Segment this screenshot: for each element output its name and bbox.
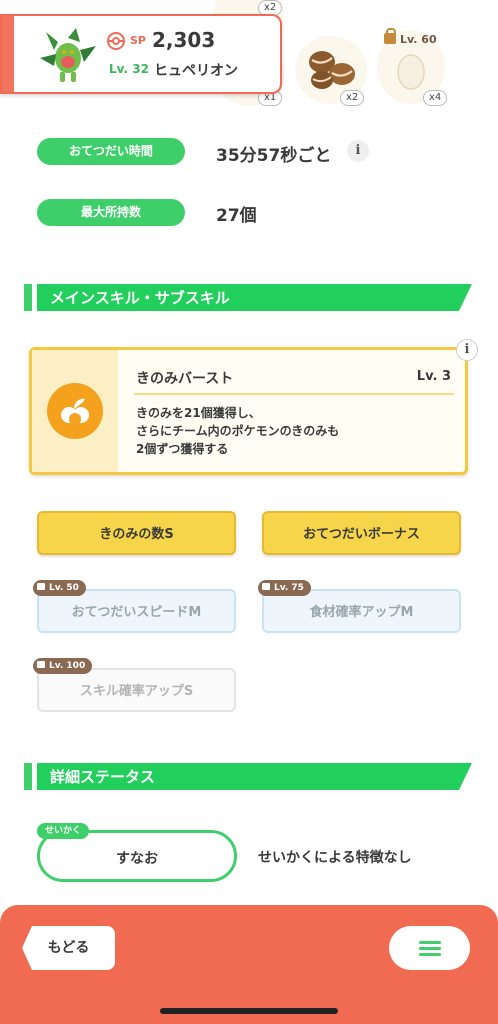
help-time-label: おてつだい時間 — [37, 138, 185, 165]
egg-icon — [397, 54, 425, 90]
sub-skill-lock-tag: Lv. 75 — [258, 580, 311, 596]
sp-value: 2,303 — [152, 28, 216, 52]
lock-icon — [37, 661, 45, 668]
menu-button[interactable] — [389, 926, 470, 970]
sub-skill-button-5[interactable]: スキル確率アップS — [37, 668, 236, 712]
nature-description: せいかくによる特徴なし — [258, 850, 412, 866]
pokemon-sprite-icon — [40, 28, 96, 82]
sub-skill-button-2[interactable]: おてつだいボーナス — [262, 511, 461, 555]
nature-tag: せいかく — [37, 823, 90, 839]
card-accent — [2, 16, 14, 92]
lock-level-label: Lv. 60 — [384, 28, 437, 46]
section-title: メインスキル・サブスキル — [50, 289, 230, 307]
ingredient-count-badge: x4 — [423, 90, 448, 106]
max-carry-value: 27個 — [216, 206, 257, 226]
pokemon-summary-card[interactable]: SP 2,303 Lv. 32 ヒュペリオン — [0, 14, 282, 94]
skills-section-header: メインスキル・サブスキル — [24, 284, 472, 311]
lock-icon — [262, 583, 270, 590]
sp-ball-icon — [107, 32, 125, 50]
divider — [134, 393, 454, 395]
sub-skill-button-1[interactable]: きのみの数S — [37, 511, 236, 555]
help-time-value: 35分57秒ごと — [216, 146, 332, 166]
status-section-header: 詳細ステータス — [24, 763, 472, 790]
home-indicator[interactable] — [160, 1008, 338, 1014]
main-skill-card[interactable]: きのみバースト Lv. 3 きのみを21個獲得し、 さらにチーム内のポケモンのき… — [29, 347, 468, 475]
pokemon-level: Lv. 32 — [109, 62, 149, 76]
header-area: x2 x1 x2 Lv. 60 x4 SP 2,303 Lv. 32 ヒュペリオ… — [0, 0, 498, 120]
sub-skill-lock-tag: Lv. 100 — [33, 658, 93, 674]
nature-value: すなお — [116, 851, 158, 867]
main-skill-description: きのみを21個獲得し、 さらにチーム内のポケモンのきのみも 2個ずつ獲得する — [136, 406, 340, 456]
berry-burst-icon — [47, 383, 103, 439]
max-carry-label: 最大所持数 — [37, 199, 185, 226]
section-title: 詳細ステータス — [50, 768, 156, 786]
help-time-info-icon[interactable]: i — [347, 140, 369, 162]
sub-skill-lock-tag: Lv. 50 — [33, 580, 86, 596]
main-skill-info-icon[interactable]: i — [456, 339, 478, 361]
lock-icon — [37, 583, 45, 590]
pokemon-name: ヒュペリオン — [154, 63, 238, 79]
hamburger-menu-icon — [419, 941, 441, 944]
main-skill-name: きのみバースト — [136, 371, 234, 387]
lock-icon — [384, 28, 396, 44]
sp-label: SP — [130, 34, 146, 47]
coffee-beans-icon — [309, 51, 355, 89]
back-button[interactable]: もどる — [22, 926, 115, 970]
main-skill-level: Lv. 3 — [416, 369, 451, 384]
ingredient-count-badge: x2 — [340, 90, 365, 106]
